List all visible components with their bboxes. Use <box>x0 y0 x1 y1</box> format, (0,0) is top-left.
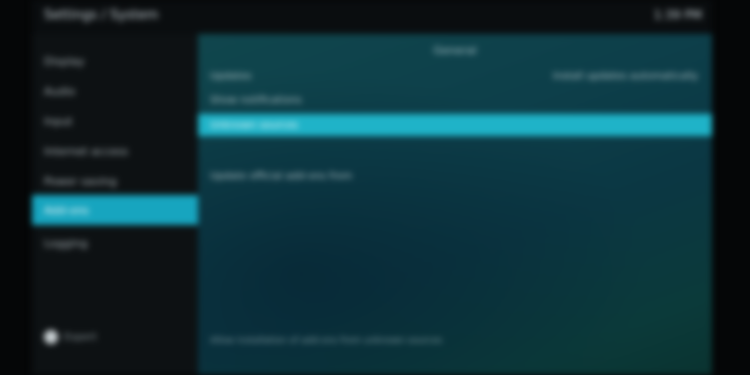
sidebar-item-input[interactable]: Input <box>32 106 198 136</box>
section-heading: General <box>433 44 477 57</box>
setting-row-official-add-ons[interactable]: Update official add-ons from <box>198 166 712 186</box>
sidebar-item-display[interactable]: Display <box>32 46 198 76</box>
setting-value: Install updates automatically <box>552 70 698 82</box>
sidebar: Display Audio Input Internet access Powe… <box>32 34 200 375</box>
sidebar-item-power-saving[interactable]: Power saving <box>32 166 198 196</box>
setting-label: Show notifications <box>210 94 302 106</box>
settings-panel: General Updates Install updates automati… <box>198 34 712 375</box>
setting-row-updates[interactable]: Updates Install updates automatically <box>198 66 712 86</box>
setting-label: Updates <box>210 70 252 82</box>
setting-row-unknown-sources[interactable]: Unknown sources <box>198 114 712 136</box>
top-bar: Settings / System 1:39 PM <box>32 0 712 34</box>
breadcrumb: Settings / System <box>44 8 159 23</box>
settings-level-label: Expert <box>64 331 97 343</box>
sidebar-item-audio[interactable]: Audio <box>32 76 198 106</box>
setting-description: Allow installation of add-ons from unkno… <box>210 336 443 346</box>
settings-screen: Settings / System 1:39 PM Display Audio … <box>32 0 712 375</box>
setting-row-show-notifications[interactable]: Show notifications <box>198 90 712 110</box>
sidebar-item-logging[interactable]: Logging <box>32 228 198 258</box>
setting-label: Unknown sources <box>210 119 299 131</box>
setting-label: Update official add-ons from <box>210 170 353 182</box>
sidebar-item-internet-access[interactable]: Internet access <box>32 136 198 166</box>
sidebar-item-add-ons[interactable]: Add-ons <box>32 195 200 225</box>
gear-icon <box>44 330 58 344</box>
settings-level-toggle[interactable]: Expert <box>44 330 97 344</box>
clock: 1:39 PM <box>653 8 702 22</box>
